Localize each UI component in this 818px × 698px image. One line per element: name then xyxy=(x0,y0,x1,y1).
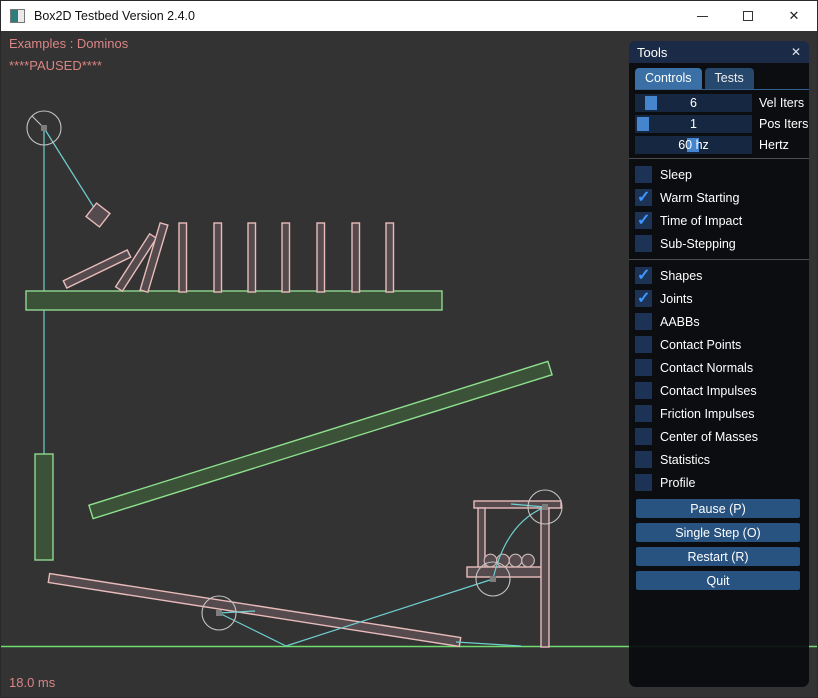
checkbox-icon xyxy=(635,290,652,307)
cradle-right-post xyxy=(541,508,549,647)
minimize-button[interactable] xyxy=(679,1,725,31)
hertz-label: Hertz xyxy=(759,138,789,152)
checkbox-warm-starting[interactable]: Warm Starting xyxy=(635,186,809,209)
checkbox-icon xyxy=(635,235,652,252)
checkbox-profile[interactable]: Profile xyxy=(635,471,809,494)
checkbox-contact-impulses[interactable]: Contact Impulses xyxy=(635,379,809,402)
seesaw-anchor xyxy=(216,610,222,616)
domino-upright-1[interactable] xyxy=(179,223,187,292)
paused-label: ****PAUSED**** xyxy=(9,58,102,73)
separator xyxy=(629,259,809,260)
pulley-top-anchor xyxy=(542,504,548,510)
frame-time-label: 18.0 ms xyxy=(9,675,55,690)
domino-upright-4[interactable] xyxy=(282,223,290,292)
tools-close-icon[interactable]: ✕ xyxy=(791,45,801,59)
checkbox-time-of-impact[interactable]: Time of Impact xyxy=(635,209,809,232)
maximize-icon xyxy=(743,11,753,21)
checkbox-icon xyxy=(635,474,652,491)
close-icon: ✕ xyxy=(789,8,800,24)
minimize-icon xyxy=(697,16,708,17)
separator xyxy=(629,158,809,159)
checkbox-shapes[interactable]: Shapes xyxy=(635,264,809,287)
checkbox-icon xyxy=(635,451,652,468)
checkbox-icon xyxy=(635,336,652,353)
pendulum-pivot-anchor xyxy=(41,125,47,131)
vel-iters-slider[interactable]: 6 xyxy=(635,94,752,112)
checkbox-center-of-masses[interactable]: Center of Masses xyxy=(635,425,809,448)
tools-panel-header[interactable]: Tools ✕ xyxy=(629,41,809,63)
cradle-ball-3[interactable] xyxy=(509,554,522,567)
checkbox-icon xyxy=(635,212,652,229)
checkbox-icon xyxy=(635,428,652,445)
slider-row-pos-iters: 1 Pos Iters xyxy=(635,115,809,133)
tools-panel: Tools ✕ Controls Tests 6 Vel Iters 1 Pos… xyxy=(629,41,809,687)
cradle-ball-1[interactable] xyxy=(484,554,497,567)
checkbox-icon xyxy=(635,382,652,399)
app-window: Examples : Dominos ****PAUSED**** 18.0 m… xyxy=(0,0,818,698)
restart-button[interactable]: Restart (R) xyxy=(636,547,800,566)
checkbox-contact-normals[interactable]: Contact Normals xyxy=(635,356,809,379)
checkbox-contact-points[interactable]: Contact Points xyxy=(635,333,809,356)
pendulum-box[interactable] xyxy=(86,203,110,227)
checkbox-icon xyxy=(635,313,652,330)
checkbox-aabbs[interactable]: AABBs xyxy=(635,310,809,333)
checkbox-statistics[interactable]: Statistics xyxy=(635,448,809,471)
domino-upright-3[interactable] xyxy=(248,223,256,292)
pos-iters-value: 1 xyxy=(635,115,752,133)
vel-iters-label: Vel Iters xyxy=(759,96,804,110)
cradle-ball-4[interactable] xyxy=(522,554,535,567)
pause-button[interactable]: Pause (P) xyxy=(636,499,800,518)
rope-bottom-segment xyxy=(456,642,521,646)
tabbar: Controls Tests xyxy=(635,68,809,90)
checkbox-sleep[interactable]: Sleep xyxy=(635,163,809,186)
domino-upright-7[interactable] xyxy=(386,223,394,292)
app-icon xyxy=(10,9,25,23)
checkbox-icon xyxy=(635,359,652,376)
pos-iters-slider[interactable]: 1 xyxy=(635,115,752,133)
pos-iters-label: Pos Iters xyxy=(759,117,808,131)
slider-row-hertz: 60 hz Hertz xyxy=(635,136,809,154)
titlebar[interactable]: Box2D Testbed Version 2.4.0 ✕ xyxy=(1,1,817,31)
slider-row-vel-iters: 6 Vel Iters xyxy=(635,94,809,112)
window-title: Box2D Testbed Version 2.4.0 xyxy=(34,9,195,23)
domino-upright-6[interactable] xyxy=(352,223,360,292)
inclined-plank xyxy=(89,361,552,518)
checkbox-icon xyxy=(635,405,652,422)
checkbox-icon xyxy=(635,267,652,284)
hanging-green-block[interactable] xyxy=(35,454,53,560)
checkbox-sub-stepping[interactable]: Sub-Stepping xyxy=(635,232,809,255)
domino-upright-5[interactable] xyxy=(317,223,325,292)
checkbox-icon xyxy=(635,189,652,206)
close-button[interactable]: ✕ xyxy=(771,1,817,31)
pendulum-rope xyxy=(44,128,98,214)
checkbox-friction-impulses[interactable]: Friction Impulses xyxy=(635,402,809,425)
checkbox-joints[interactable]: Joints xyxy=(635,287,809,310)
tab-tests[interactable]: Tests xyxy=(705,68,754,89)
pulley-bottom-anchor xyxy=(490,576,496,582)
single-step-button[interactable]: Single Step (O) xyxy=(636,523,800,542)
tools-panel-title: Tools xyxy=(637,45,667,60)
quit-button[interactable]: Quit xyxy=(636,571,800,590)
hertz-slider[interactable]: 60 hz xyxy=(635,136,752,154)
domino-upright-2[interactable] xyxy=(214,223,222,292)
hertz-value: 60 hz xyxy=(635,136,752,154)
example-label: Examples : Dominos xyxy=(9,36,128,51)
domino-platform xyxy=(26,291,442,310)
tab-controls[interactable]: Controls xyxy=(635,68,702,89)
vel-iters-value: 6 xyxy=(635,94,752,112)
checkbox-icon xyxy=(635,166,652,183)
maximize-button[interactable] xyxy=(725,1,771,31)
